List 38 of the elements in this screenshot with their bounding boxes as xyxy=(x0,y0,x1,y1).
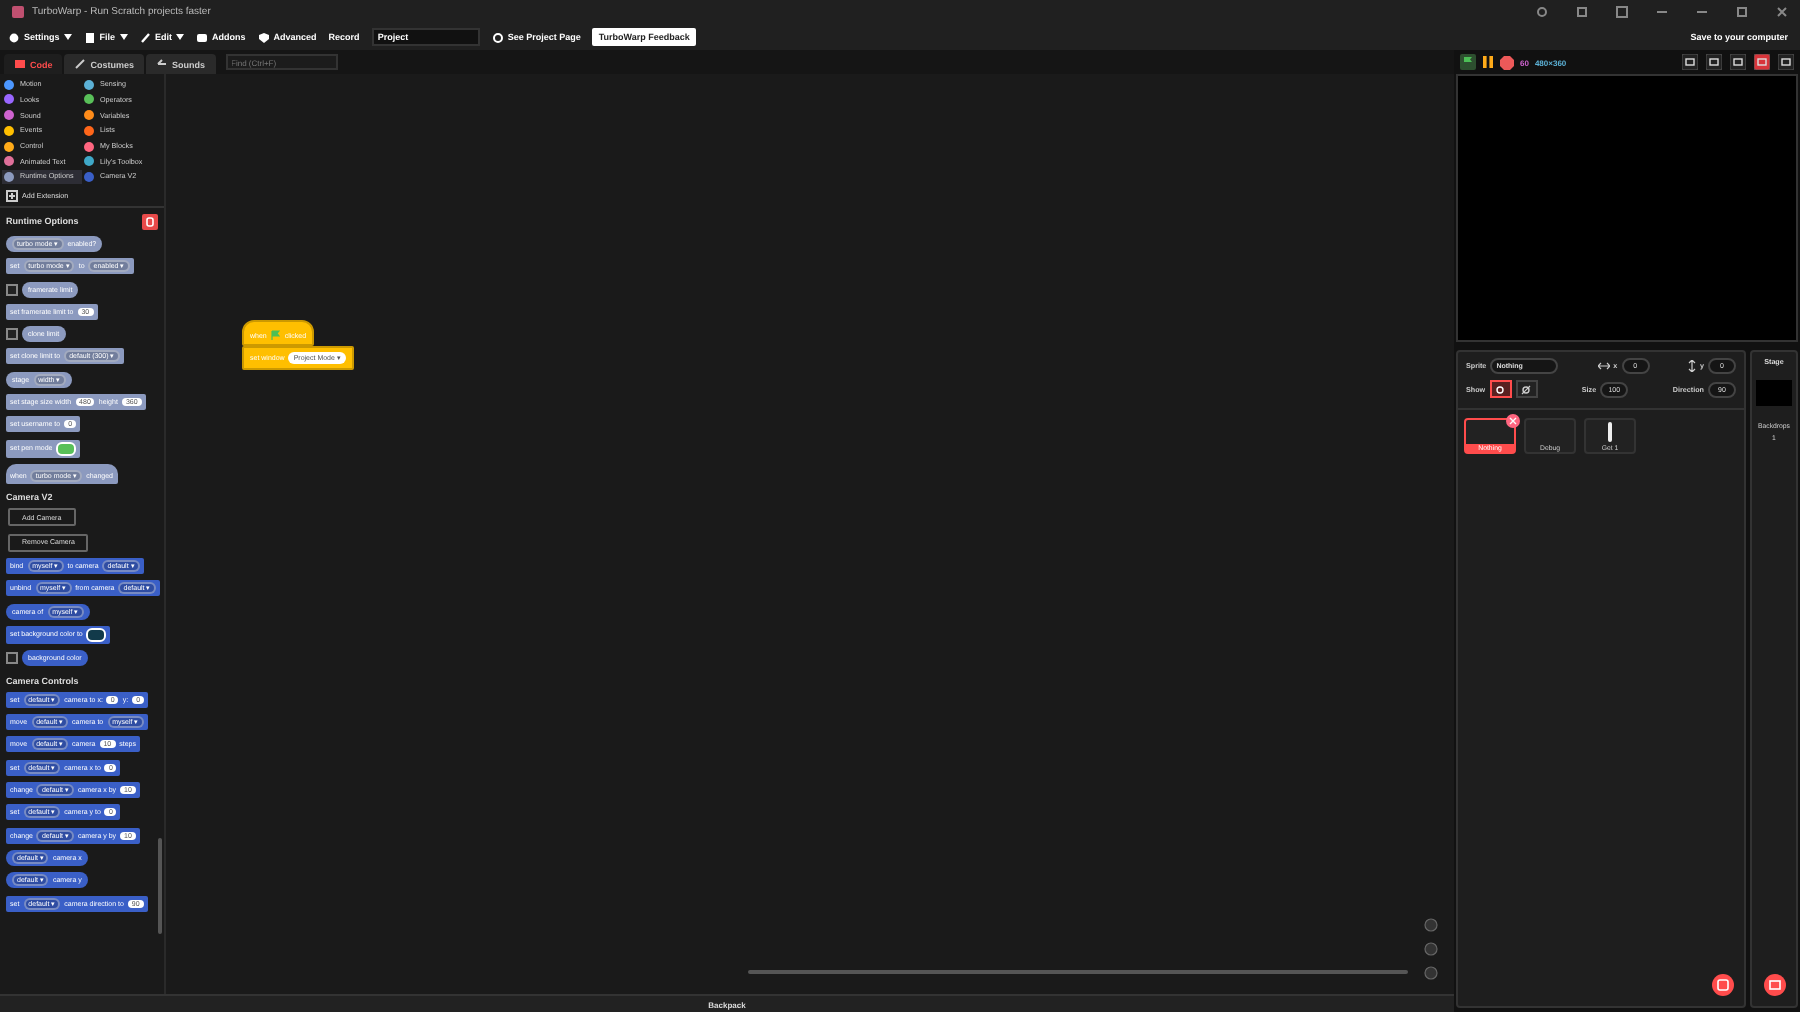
delete-icon[interactable] xyxy=(1506,414,1520,428)
vertical-arrows-icon xyxy=(1688,360,1696,372)
scrollbar[interactable] xyxy=(158,838,162,934)
add-sprite-icon[interactable] xyxy=(1712,974,1734,996)
small-stage-icon[interactable] xyxy=(1682,54,1698,70)
show-toggle[interactable] xyxy=(1515,380,1538,398)
restore-icon[interactable] xyxy=(1736,6,1748,18)
shield-icon xyxy=(257,31,270,43)
color-input[interactable] xyxy=(56,441,77,456)
fullscreen-icon[interactable] xyxy=(1778,54,1794,70)
large-stage-icon[interactable] xyxy=(1706,54,1722,70)
app-logo-icon xyxy=(12,6,24,18)
pause-icon[interactable] xyxy=(1482,54,1494,70)
extension-icon xyxy=(6,190,18,203)
show-toggle[interactable] xyxy=(1489,380,1512,398)
stage-thumbnail[interactable] xyxy=(1756,380,1792,406)
brush-icon xyxy=(74,58,87,70)
checkbox[interactable] xyxy=(6,328,18,341)
close-icon[interactable] xyxy=(1776,6,1788,18)
color-input[interactable] xyxy=(86,627,107,642)
flag-icon[interactable] xyxy=(1460,54,1476,70)
add-backdrop-icon[interactable] xyxy=(1764,974,1786,996)
close-icon[interactable] xyxy=(1754,54,1770,70)
figure-icon xyxy=(1606,422,1614,442)
scrollbar[interactable] xyxy=(748,970,1408,974)
checkbox[interactable] xyxy=(6,652,18,665)
horizontal-arrows-icon xyxy=(1597,362,1610,370)
flag-icon xyxy=(270,330,281,340)
checkbox[interactable] xyxy=(6,283,18,296)
extension-button-icon[interactable] xyxy=(142,213,158,230)
visible-eye-icon xyxy=(1494,383,1507,395)
hidden-eye-icon xyxy=(1520,383,1533,395)
copy-icon[interactable] xyxy=(1576,6,1588,18)
pencil-icon xyxy=(139,31,152,43)
panel-icon[interactable] xyxy=(1616,6,1628,18)
file-icon xyxy=(83,31,96,43)
minimize-icon[interactable] xyxy=(1696,6,1708,18)
stop-icon[interactable] xyxy=(1500,55,1514,69)
